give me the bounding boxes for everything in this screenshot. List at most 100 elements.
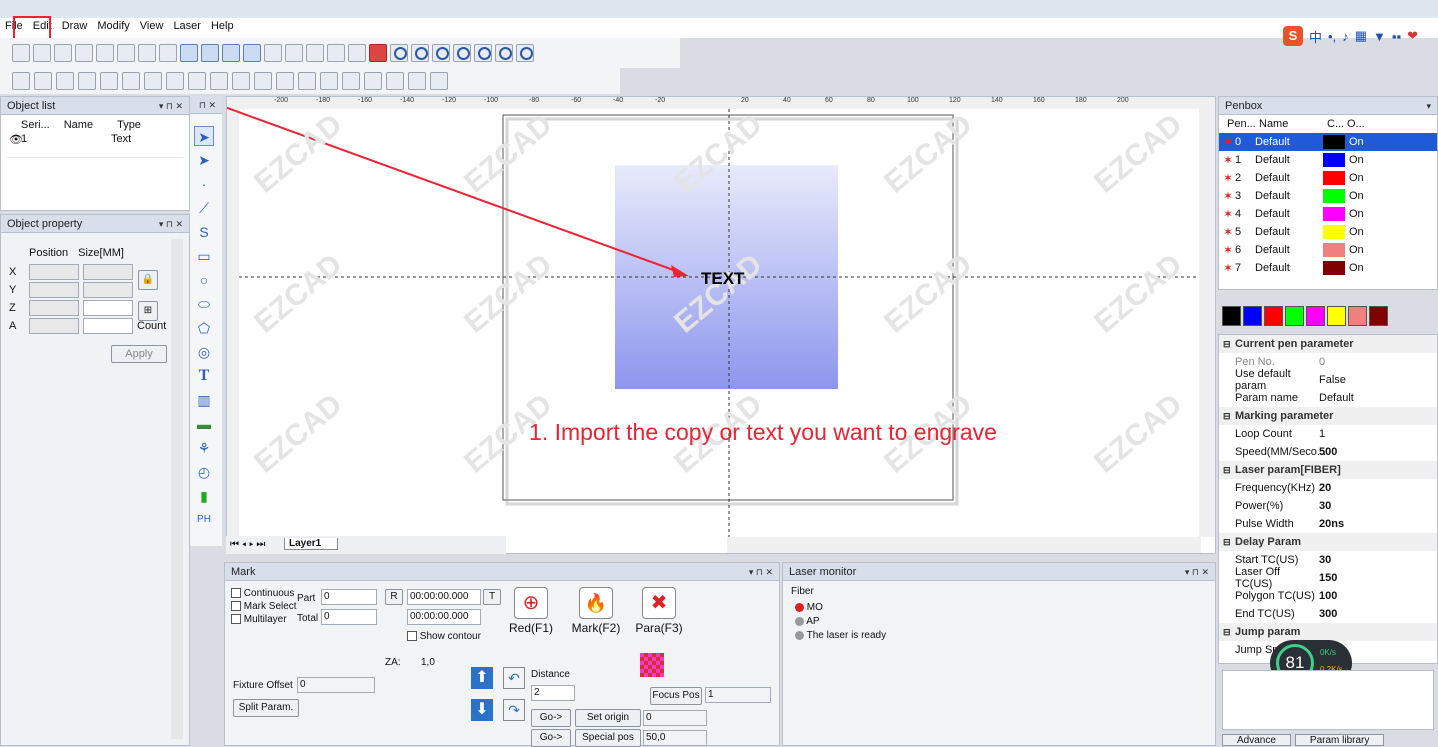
param-section-header[interactable]: ⊟ Laser param[FIBER]	[1219, 461, 1437, 479]
align-left-icon[interactable]	[144, 72, 162, 90]
window-icon[interactable]	[264, 44, 282, 62]
curve-icon[interactable]: S	[194, 222, 214, 242]
total-field[interactable]: 0	[321, 609, 377, 625]
checker-pattern-icon[interactable]	[640, 653, 664, 677]
param-section-header[interactable]: ⊟ Marking parameter	[1219, 407, 1437, 425]
skin-icon[interactable]: ❤	[1407, 28, 1418, 44]
pen-row[interactable]: ✶ 3 Default On	[1219, 187, 1437, 205]
pen-on-state[interactable]: On	[1349, 226, 1364, 238]
z-size-field[interactable]	[83, 300, 133, 316]
tab-param-library[interactable]: Param library	[1294, 734, 1385, 746]
space-icon[interactable]	[386, 72, 404, 90]
pen-on-state[interactable]: On	[1349, 208, 1364, 220]
zoom-select-icon[interactable]	[495, 44, 513, 62]
property-scrollbar[interactable]	[171, 239, 183, 739]
pen-row[interactable]: ✶ 7 Default On	[1219, 259, 1437, 277]
color-swatch[interactable]	[1306, 306, 1325, 326]
pen-color-swatch[interactable]	[1323, 225, 1345, 239]
grid-snap-icon[interactable]	[180, 44, 198, 62]
param-value[interactable]: 300	[1315, 608, 1337, 620]
param-value[interactable]: 100	[1315, 590, 1337, 602]
param-value[interactable]: 30	[1315, 554, 1331, 566]
break-icon[interactable]	[56, 72, 74, 90]
menu-modify[interactable]: Modify	[92, 18, 134, 34]
param-section-header[interactable]: ⊟ Current pen parameter	[1219, 335, 1437, 353]
y-size-field[interactable]	[83, 282, 133, 298]
window2-icon[interactable]	[285, 44, 303, 62]
apply-button[interactable]: Apply	[111, 345, 167, 363]
lock-icon[interactable]	[122, 72, 140, 90]
grid-icon[interactable]	[201, 44, 219, 62]
mirror-icon[interactable]	[232, 72, 250, 90]
zoom-fit-icon[interactable]	[453, 44, 471, 62]
menu-view[interactable]: View	[135, 18, 169, 34]
canvas-vscrollbar[interactable]	[1199, 97, 1215, 537]
param-row[interactable]: Pulse Width 20ns	[1219, 515, 1437, 533]
color-swatch[interactable]	[1348, 306, 1367, 326]
param-row[interactable]: Loop Count 1	[1219, 425, 1437, 443]
color-swatch[interactable]	[1369, 306, 1388, 326]
col-type[interactable]: Type	[117, 119, 141, 131]
barcode-tool-icon[interactable]: ▥	[194, 390, 214, 410]
param-row[interactable]: Laser Off TC(US) 150	[1219, 566, 1437, 590]
param-value[interactable]: 20ns	[1315, 518, 1344, 530]
settings-icon[interactable]	[348, 44, 366, 62]
ime-chinese-icon[interactable]: 中	[1309, 27, 1322, 46]
cut-icon[interactable]	[75, 44, 93, 62]
axis-up-icon[interactable]: ⬆	[471, 667, 493, 689]
dot-icon[interactable]: ·	[194, 174, 214, 194]
panel-controls-icon[interactable]: ▾ ⊓ ✕	[159, 97, 183, 115]
pen-row[interactable]: ✶ 5 Default On	[1219, 223, 1437, 241]
param-section-header[interactable]: ⊟ Delay Param	[1219, 533, 1437, 551]
menu-help[interactable]: Help	[206, 18, 239, 34]
time-reset-button[interactable]: T	[483, 589, 501, 605]
microphone-icon[interactable]: ♪	[1342, 29, 1349, 44]
y-position-field[interactable]	[29, 282, 79, 298]
panel-controls-icon[interactable]: ⊓ ✕	[199, 96, 216, 114]
origin-field[interactable]: 0	[643, 710, 707, 726]
output-port-icon[interactable]: PH	[194, 510, 214, 530]
special-pos-field[interactable]: 50,0	[643, 730, 707, 746]
shirt-icon[interactable]: ▼	[1373, 29, 1386, 44]
param-row[interactable]: Speed(MM/Seco... 500	[1219, 443, 1437, 461]
ungroup-icon[interactable]	[100, 72, 118, 90]
param-row[interactable]: Polygon TC(US) 100	[1219, 587, 1437, 605]
align-right-icon[interactable]	[188, 72, 206, 90]
zoom-all-icon[interactable]	[516, 44, 534, 62]
param-value[interactable]: 150	[1315, 572, 1337, 584]
vector-file-icon[interactable]: ⚘	[194, 438, 214, 458]
pen-on-state[interactable]: On	[1349, 244, 1364, 256]
mark-button[interactable]: 🔥 Mark(F2)	[567, 587, 625, 647]
timer-icon[interactable]: ◴	[194, 462, 214, 482]
pen-row[interactable]: ✶ 6 Default On	[1219, 241, 1437, 259]
focus-pos-field[interactable]: 1	[705, 687, 771, 703]
line-icon[interactable]: ⟋	[194, 198, 214, 218]
size-icon[interactable]	[408, 72, 426, 90]
param-row[interactable]: Frequency(KHz) 20	[1219, 479, 1437, 497]
a-position-field[interactable]	[29, 318, 79, 334]
axis-down-icon[interactable]: ⬇	[471, 699, 493, 721]
param-value[interactable]: 1	[1315, 428, 1325, 440]
go-special-button[interactable]: Go->	[531, 729, 571, 747]
node-select-icon[interactable]: ➤	[194, 150, 214, 170]
undo-icon[interactable]	[138, 44, 156, 62]
rotate-left-icon[interactable]: ↶	[503, 667, 525, 689]
distribute-icon[interactable]	[342, 72, 360, 90]
pen-color-swatch[interactable]	[1323, 171, 1345, 185]
order-icon[interactable]	[430, 72, 448, 90]
red-button[interactable]: ⊕ Red(F1)	[503, 587, 559, 647]
pen-row[interactable]: ✶ 0 Default On	[1219, 133, 1437, 151]
para-button[interactable]: ✖ Para(F3)	[629, 587, 689, 647]
curve-icon[interactable]	[298, 72, 316, 90]
color-swatch[interactable]	[1243, 306, 1262, 326]
node-edit-icon[interactable]	[12, 72, 30, 90]
col-color[interactable]: C...	[1327, 118, 1347, 130]
lock-ratio-button[interactable]: 🔒	[138, 270, 158, 290]
param-row[interactable]: Use default param False	[1219, 368, 1437, 392]
fixture-offset-field[interactable]: 0	[297, 677, 375, 693]
distance-field[interactable]: 2	[531, 685, 575, 701]
image-tool-icon[interactable]: ▬	[194, 414, 214, 434]
snap-point-icon[interactable]	[243, 44, 261, 62]
align-center-icon[interactable]	[166, 72, 184, 90]
param-row[interactable]: End TC(US) 300	[1219, 605, 1437, 623]
